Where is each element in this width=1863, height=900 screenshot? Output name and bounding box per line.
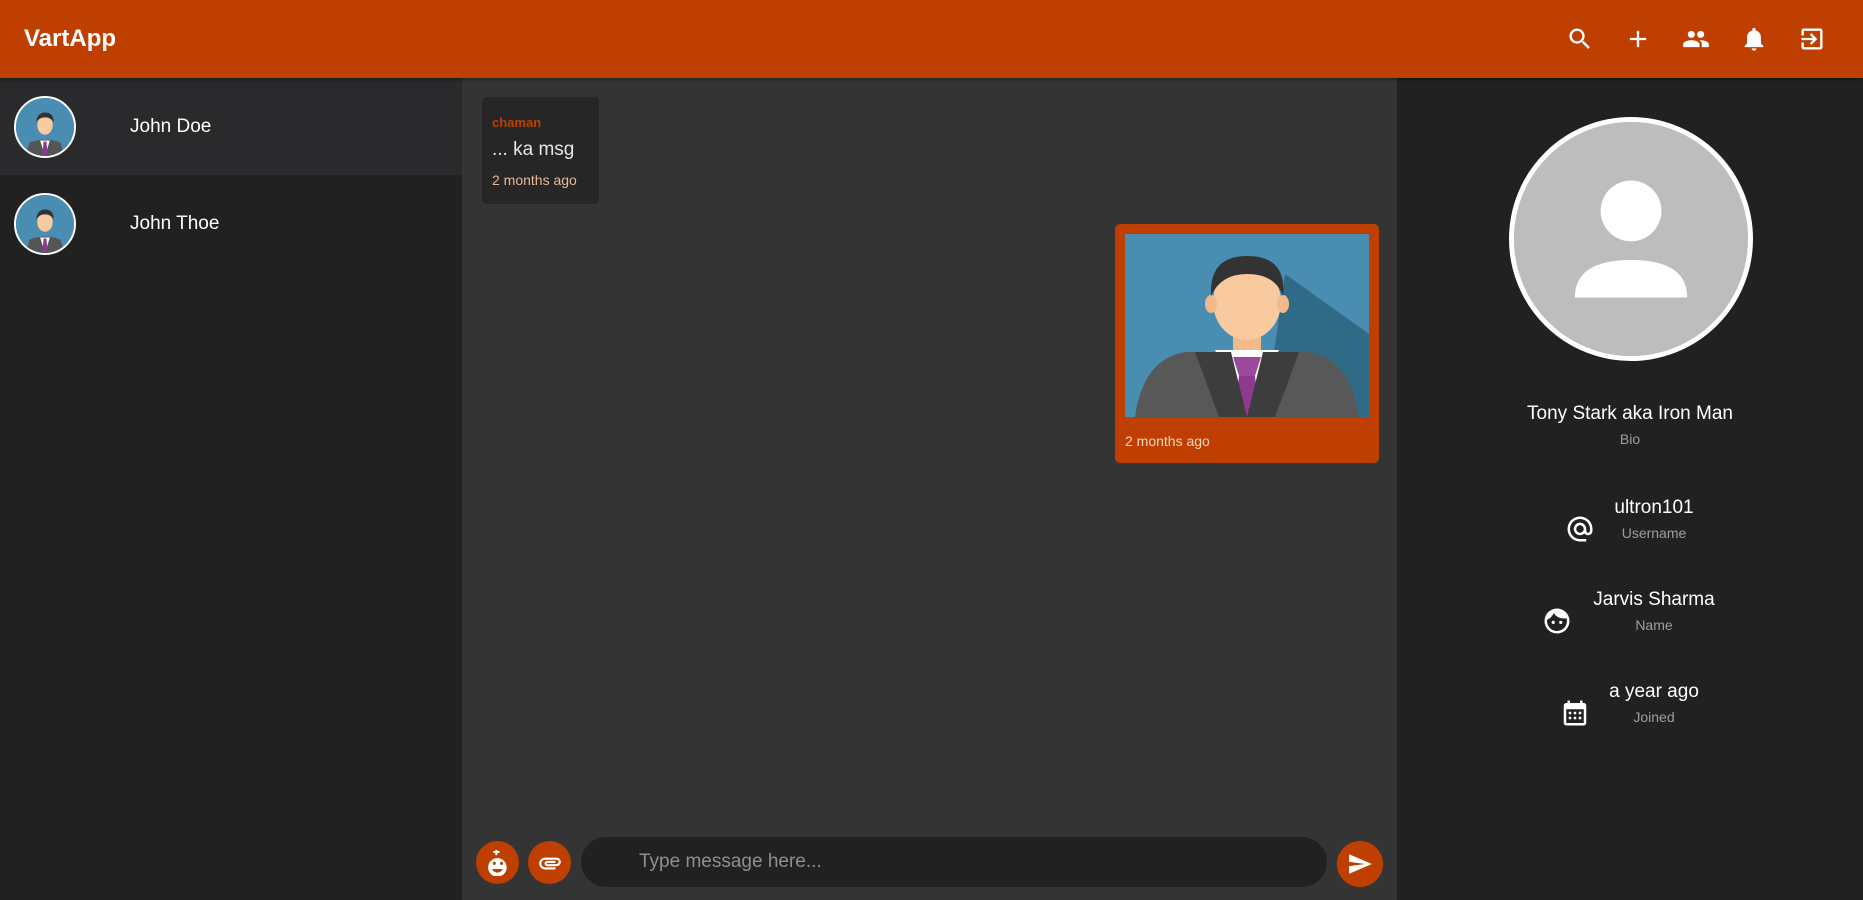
profile-bio-label: Bio [1619,431,1641,447]
username-label: Username [1621,525,1687,541]
contact-name: John Thoe [130,212,220,234]
name-row: Jarvis Sharma Name [1397,589,1863,649]
message-input[interactable] [581,837,1327,887]
chat-panel: chaman ... ka msg 2 months ago 2 months [462,78,1397,900]
contact-item[interactable]: John Thoe [0,175,462,272]
logout-button[interactable] [1783,10,1841,68]
avatar [14,192,76,255]
username-value: ultron101 [1614,497,1694,518]
message-sender: chaman [492,115,542,130]
app-title: VartApp [24,25,117,52]
username-row: ultron101 Username [1397,497,1863,557]
search-button[interactable] [1551,10,1609,68]
contacts-button[interactable] [1667,10,1725,68]
joined-value: a year ago [1609,681,1699,702]
message-time: 2 months ago [492,172,577,188]
profile-bio: Tony Stark aka Iron Man [1527,403,1733,424]
incoming-message: chaman ... ka msg 2 months ago [482,97,599,204]
emoji-button[interactable] [476,841,519,884]
notifications-button[interactable] [1725,10,1783,68]
message-text: ... ka msg [492,139,575,160]
businessman-illustration [1125,234,1369,417]
avatar-illustration [16,97,74,156]
profile-panel: Tony Stark aka Iron Man Bio ultron101 Us… [1397,78,1863,900]
add-icon [1629,30,1647,48]
avatar [14,95,76,158]
avatar-illustration [16,194,74,253]
contact-name: John Doe [130,115,212,137]
name-label: Name [1635,617,1673,633]
add-emoji-icon [487,849,507,876]
send-icon [1349,854,1372,874]
profile-avatar [1509,117,1753,361]
logout-icon [1801,28,1823,50]
app-bar: VartApp [0,0,1863,78]
toolbar-actions [1551,0,1841,78]
name-value: Jarvis Sharma [1593,589,1715,610]
outgoing-message: 2 months ago [1115,224,1379,463]
people-icon [1683,30,1709,48]
attachment-icon [538,857,561,869]
person-icon [1514,122,1748,356]
contact-item[interactable]: John Doe [0,78,462,175]
message-time: 2 months ago [1125,433,1210,449]
attach-button[interactable] [528,841,571,884]
search-icon [1569,28,1590,49]
notifications-icon [1744,27,1764,51]
joined-row: a year ago Joined [1397,681,1863,741]
message-composer [462,828,1397,900]
send-button[interactable] [1337,841,1383,887]
contacts-sidebar: John Doe John Thoe [0,78,462,900]
message-image[interactable] [1125,234,1369,417]
joined-label: Joined [1633,709,1675,725]
add-button[interactable] [1609,10,1667,68]
